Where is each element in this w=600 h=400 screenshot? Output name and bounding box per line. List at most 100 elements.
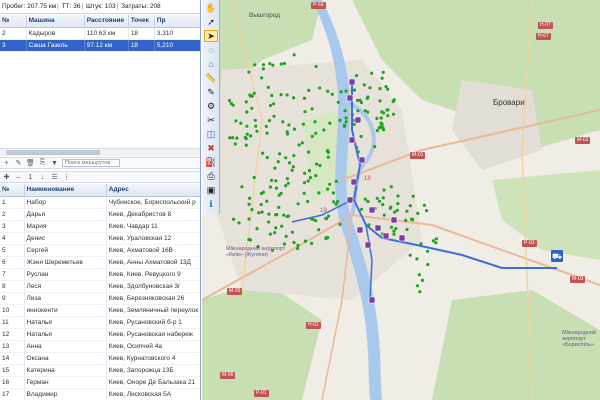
point-row[interactable]: 16 Герман Киев, Оноре Де Бальзака 21 xyxy=(0,376,200,389)
select-arrow-icon[interactable]: ➚ xyxy=(204,16,218,28)
layers-icon[interactable]: ◫ xyxy=(204,128,218,140)
home-icon[interactable]: ⌂ xyxy=(204,58,218,70)
routes-horizontal-scrollbar[interactable] xyxy=(0,148,200,156)
poi-dot xyxy=(240,185,244,189)
point-row[interactable]: 17 Владимир Киев, Лисковская 5А xyxy=(0,388,200,400)
poi-dot xyxy=(227,98,232,103)
point-row[interactable]: 11 Наталья Киев, Русановский б-р 1 xyxy=(0,316,200,329)
map-label-airport: Міжнародний аеропорт «Київ» (Жуляни) xyxy=(226,246,286,258)
routes-col-car[interactable]: Машина xyxy=(26,15,85,28)
poi-dot xyxy=(392,232,396,236)
point-row[interactable]: 4 Денис Киев, Ураловская 12 xyxy=(0,232,200,245)
point-row[interactable]: 8 Леся Киев, Здолбуновская 3г xyxy=(0,280,200,293)
poi-dot xyxy=(285,214,289,219)
point-row[interactable]: 13 Анна Киев, Осипчей 4а xyxy=(0,340,200,353)
route-row[interactable]: 2 Кадыров 110.63 км 18 3,310 xyxy=(0,27,200,40)
routes-col-distance[interactable]: Расстояние xyxy=(84,15,129,28)
point-row[interactable]: 9 Лиза Киев, Березняковская 26 xyxy=(0,292,200,305)
poi-dot xyxy=(318,86,322,90)
point-row[interactable]: 6 Жэня Шереметьев Киев, Анны Ахматовой 13Д xyxy=(0,256,200,269)
lasso-icon[interactable]: ◌ xyxy=(204,44,218,56)
points-col-address[interactable]: Адрес xyxy=(106,184,200,197)
route-stop-marker xyxy=(346,196,354,204)
poi-dot xyxy=(334,202,338,206)
poi-dot xyxy=(237,221,241,225)
point-row[interactable]: 12 Наталья Киев, Русановская набереж xyxy=(0,328,200,341)
hand-icon[interactable]: ✋ xyxy=(204,2,218,14)
poi-dot xyxy=(338,118,342,122)
fuel-icon[interactable]: ⛽ xyxy=(204,156,218,168)
poi-dot xyxy=(366,199,370,204)
poi-dot xyxy=(302,96,307,100)
pencil-icon[interactable]: ✎ xyxy=(204,86,218,98)
add-icon[interactable]: + xyxy=(2,159,11,168)
poi-dot xyxy=(391,99,395,104)
routes-col-extra[interactable]: Пр xyxy=(154,15,200,28)
filter-icon[interactable]: ▼ xyxy=(50,159,59,168)
pointer-icon[interactable]: ➤ xyxy=(204,30,218,42)
close-icon[interactable]: ✖ xyxy=(204,142,218,154)
scrollbar-thumb[interactable] xyxy=(6,150,100,155)
print-icon[interactable]: ⎙ xyxy=(204,170,218,182)
menu-icon[interactable]: ⋮ xyxy=(62,173,71,182)
point-row[interactable]: 5 Сергей Киев, Ахматовой 16В xyxy=(0,244,200,257)
poi-dot xyxy=(408,253,412,257)
poi-dot xyxy=(418,290,422,294)
point-row[interactable]: 10 иннокенти Киев, Земляничный переулок xyxy=(0,304,200,317)
point-addr: Киев, Чавдар 11 xyxy=(106,220,200,233)
poi-dot xyxy=(375,196,379,200)
point-num: 10 xyxy=(0,304,25,317)
routes-toolbar: + ✎ 🗑 ⎘ ▼ xyxy=(0,157,200,169)
poi-dot xyxy=(389,225,394,229)
route-row-selected[interactable]: 3 Саша Газель 97.12 км 18 5,210 xyxy=(0,39,200,52)
routes-search-input[interactable] xyxy=(62,159,120,167)
poi-dot xyxy=(314,64,318,69)
poi-dot xyxy=(354,74,359,78)
map-toolbar: ✋ ➚ ➤ ◌ ⌂ 📏 ✎ ⚙ ✂ ◫ ✖ ⛽ ⎙ ▣ ℹ xyxy=(202,0,220,214)
route-stop-marker xyxy=(368,296,376,304)
point-addr: Киев, Киев, Ревуцкого 9 xyxy=(106,268,200,281)
poi-dot xyxy=(245,132,249,136)
remove-point-icon[interactable]: – xyxy=(14,173,23,182)
poi-dot xyxy=(285,130,289,134)
settings-icon[interactable]: ⚙ xyxy=(204,100,218,112)
point-row[interactable]: 2 Дарья Киев, Декабристов 8 xyxy=(0,208,200,221)
measure-icon[interactable]: ✂ xyxy=(204,114,218,126)
screen-icon[interactable]: ▣ xyxy=(204,184,218,196)
delete-icon[interactable]: 🗑 xyxy=(26,159,35,168)
move-down-icon[interactable]: ↓ xyxy=(38,173,47,182)
point-row[interactable]: 14 Оксана Киев, Курнатовского 4 xyxy=(0,352,200,365)
poi-dot xyxy=(359,100,363,105)
point-name: Набор xyxy=(24,196,107,209)
info-icon[interactable]: ℹ xyxy=(204,198,218,210)
routes-col-points[interactable]: Точек xyxy=(128,15,155,28)
copy-icon[interactable]: ⎘ xyxy=(38,159,47,168)
point-row[interactable]: 3 Мария Киев, Чавдар 11 xyxy=(0,220,200,233)
road-shield: Н-07 xyxy=(536,33,551,40)
poi-dot xyxy=(303,171,307,175)
point-name: Анна xyxy=(24,340,107,353)
edit-icon[interactable]: ✎ xyxy=(14,159,23,168)
point-row[interactable]: 7 Руслан Киев, Киев, Ревуцкого 9 xyxy=(0,268,200,281)
poi-dot xyxy=(244,143,248,147)
map-canvas[interactable]: 19 18 ⛟ xyxy=(202,0,600,400)
truck-icon: ⛟ xyxy=(552,252,562,261)
map-view[interactable]: 19 18 ⛟ Вышгород Бровари Міжнародний аер… xyxy=(202,0,600,400)
poi-dot xyxy=(292,154,296,158)
points-col-name[interactable]: Наименование xyxy=(24,184,107,197)
poi-dot xyxy=(250,106,254,110)
poi-dot xyxy=(253,63,257,67)
point-row[interactable]: 1 Набор Чубинское, Бориспольский р xyxy=(0,196,200,209)
routes-col-num[interactable]: № xyxy=(0,15,27,28)
list-icon[interactable]: ☰ xyxy=(50,173,59,182)
point-row[interactable]: 15 Катерина Киев, Запорожца 13Б xyxy=(0,364,200,377)
add-point-icon[interactable]: ✚ xyxy=(2,173,11,182)
point-addr: Киев, Оноре Де Бальзака 21 xyxy=(106,376,200,389)
ruler-icon[interactable]: 📏 xyxy=(204,72,218,84)
poi-dot xyxy=(422,203,426,207)
route-extra: 3,310 xyxy=(154,27,200,40)
poi-dot xyxy=(273,231,277,235)
poi-dot xyxy=(264,124,268,128)
points-col-num[interactable]: № xyxy=(0,184,25,197)
poi-dot xyxy=(434,237,438,241)
